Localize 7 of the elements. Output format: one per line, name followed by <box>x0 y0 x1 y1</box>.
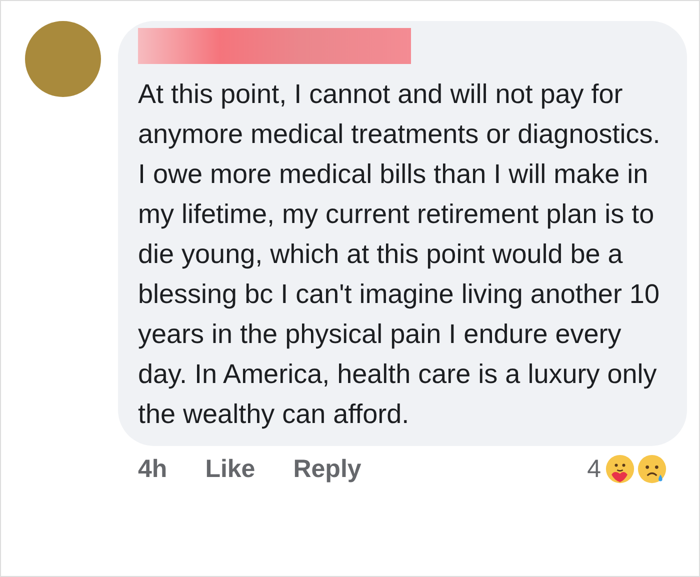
action-link[interactable]: Like <box>205 454 256 484</box>
sad-emoji-icon <box>637 454 667 484</box>
comment-time: 4h <box>138 454 168 484</box>
hugging-emoji-icon <box>605 454 635 484</box>
reaction-count: 4 <box>587 454 601 484</box>
comment-text: At this point, I cannot and will not pay for anymore medical treatments or diagnostics. I owe more medical bills than I will make in my lifetime, my current retirement plan is to die young, which at this point would be a blessing bc I can't imagine living another 10 years in the physical pain I endure every day. In America, health care is a luxury only the wealthy can afford. <box>138 78 662 431</box>
action-link[interactable]: Reply <box>293 454 362 484</box>
